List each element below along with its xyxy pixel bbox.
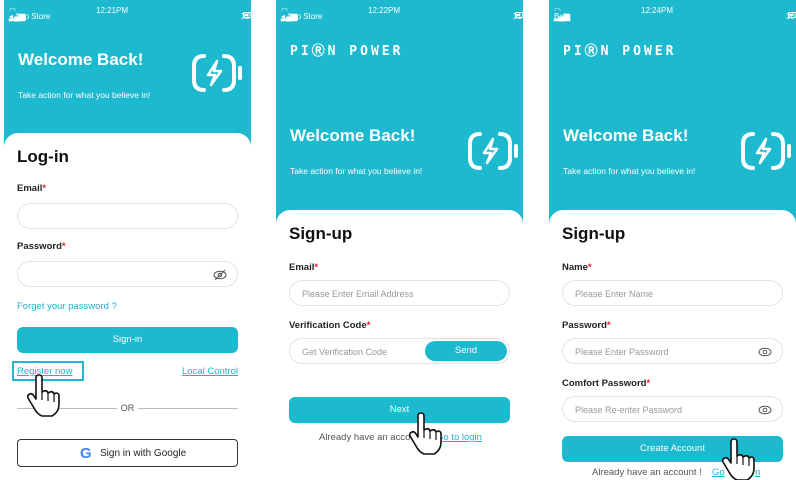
password-label: Password*: [17, 241, 66, 252]
name-placeholder: Please Enter Name: [575, 289, 654, 299]
status-bar: ▂▄▆ Bell ◠ 12:24PM 30%: [549, 0, 796, 22]
status-time: 12:21PM: [96, 6, 129, 15]
status-carrier: ◂ App Store ▂▄▆ ◠: [9, 6, 51, 21]
login-screen: ◂ App Store ▂▄▆ ◠ 12:21PM 32% Welcome Ba…: [4, 0, 251, 480]
tagline: Take action for what you believe in!: [563, 166, 696, 176]
pointer-hand-icon: [26, 374, 60, 417]
confirm-password-placeholder: Please Re-enter Password: [575, 405, 683, 415]
already-account-text: Already have an account !: [592, 467, 702, 478]
eye-icon[interactable]: [758, 403, 772, 417]
google-icon: G: [80, 445, 92, 462]
email-input[interactable]: Please Enter Email Address: [289, 280, 510, 306]
charge-logo-icon: [741, 132, 791, 170]
password-placeholder: Please Enter Password: [575, 347, 669, 357]
page-title: Sign-up: [562, 224, 626, 243]
battery-icon: [243, 12, 251, 18]
confirm-password-label: Comfort Password*: [562, 378, 651, 389]
welcome-title: Welcome Back!: [290, 126, 416, 145]
email-label: Email*: [289, 262, 319, 273]
battery-icon: [788, 12, 796, 18]
status-time: 12:22PM: [368, 6, 401, 15]
status-carrier: ▂▄▆ Bell ◠: [554, 6, 570, 21]
local-control-link[interactable]: Local Control: [182, 366, 238, 377]
next-button[interactable]: Next: [289, 397, 510, 423]
google-signin-button[interactable]: G Sign in with Google: [17, 439, 238, 467]
battery-icon: [515, 12, 523, 18]
email-placeholder: Please Enter Email Address: [302, 289, 414, 299]
signup-email-screen: ◂ App Store ▂▄▆ ◠ 12:22PM 31% PIⓇN POWER…: [276, 0, 523, 480]
password-input[interactable]: Please Enter Password: [562, 338, 783, 364]
brand-logo: PIⓇN POWER: [290, 44, 404, 59]
status-bar: ◂ App Store ▂▄▆ ◠ 12:22PM 31%: [276, 0, 523, 22]
forgot-password-link[interactable]: Forget your password ?: [17, 301, 117, 312]
send-code-button[interactable]: Send: [425, 341, 507, 361]
signup-card: Sign-up Email* Please Enter Email Addres…: [276, 210, 523, 480]
password-field[interactable]: [17, 261, 238, 287]
page-title: Sign-up: [289, 224, 353, 243]
charge-logo-icon: [192, 54, 242, 92]
pointer-hand-icon: [408, 412, 442, 455]
already-account-text: Already have an acco: [319, 432, 411, 443]
email-label: Email*: [17, 183, 47, 194]
email-field[interactable]: [17, 203, 238, 229]
name-label: Name*: [562, 262, 592, 273]
password-label: Password*: [562, 320, 611, 331]
tagline: Take action for what you believe in!: [290, 166, 423, 176]
code-placeholder: Get Verification Code: [302, 347, 388, 357]
signin-button[interactable]: Sign-in: [17, 327, 238, 353]
eye-off-icon[interactable]: [213, 268, 227, 282]
name-input[interactable]: Please Enter Name: [562, 280, 783, 306]
charge-logo-icon: [468, 132, 518, 170]
welcome-title: Welcome Back!: [563, 126, 689, 145]
tagline: Take action for what you believe in!: [18, 90, 151, 100]
pointer-hand-icon: [721, 438, 755, 480]
confirm-password-input[interactable]: Please Re-enter Password: [562, 396, 783, 422]
verification-code-label: Verification Code*: [289, 320, 371, 331]
google-signin-label: Sign in with Google: [100, 448, 187, 459]
eye-icon[interactable]: [758, 345, 772, 359]
page-title: Log-in: [17, 147, 69, 166]
brand-logo: PIⓇN POWER: [563, 44, 677, 59]
status-carrier: ◂ App Store ▂▄▆ ◠: [281, 6, 323, 21]
login-card: Log-in Email* Password* Forget your pass…: [4, 133, 251, 480]
welcome-title: Welcome Back!: [18, 50, 144, 69]
verification-code-input[interactable]: Get Verification Code Send: [289, 338, 510, 364]
signup-account-screen: ▂▄▆ Bell ◠ 12:24PM 30% PIⓇN POWER Welcom…: [549, 0, 796, 480]
status-bar: ◂ App Store ▂▄▆ ◠ 12:21PM 32%: [4, 0, 251, 22]
status-time: 12:24PM: [641, 6, 674, 15]
